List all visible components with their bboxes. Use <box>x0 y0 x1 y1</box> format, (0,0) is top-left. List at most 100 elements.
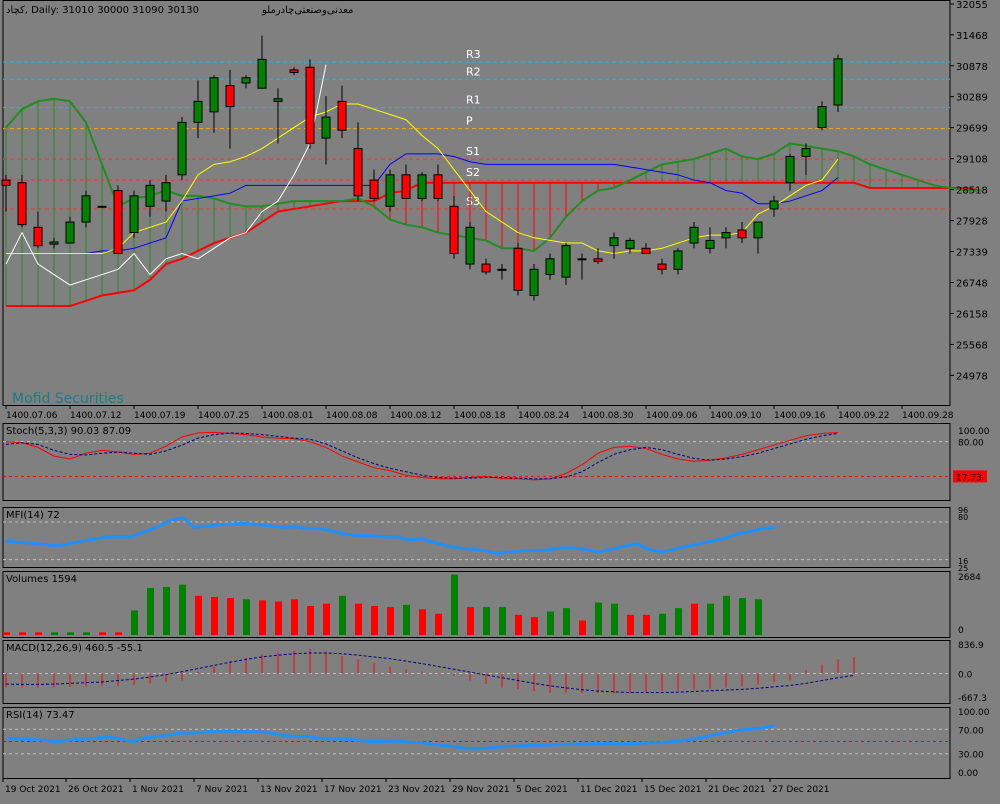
price-axis-label: 26748 <box>956 279 988 290</box>
candle-body[interactable] <box>369 179 379 199</box>
volume-bar <box>355 603 362 635</box>
candle-body[interactable] <box>1 179 11 186</box>
volume-axis-label: 2684 <box>958 573 981 583</box>
candle-body[interactable] <box>497 268 507 271</box>
candle-body[interactable] <box>209 77 219 113</box>
price-axis-label: 29108 <box>956 155 988 166</box>
candle-body[interactable] <box>433 174 443 199</box>
candle-body[interactable] <box>689 226 699 244</box>
volume-bar <box>659 613 666 635</box>
candle-body[interactable] <box>129 195 139 234</box>
candle-body[interactable] <box>353 148 363 197</box>
candle-body[interactable] <box>273 98 283 102</box>
volume-bar <box>707 603 714 635</box>
pivot-label-r3: R3 <box>466 48 481 61</box>
rsi-axis-label: 30.00 <box>958 751 984 761</box>
candle-body[interactable] <box>289 69 299 73</box>
candle-body[interactable] <box>161 182 171 202</box>
candle-body[interactable] <box>417 174 427 199</box>
candle-body[interactable] <box>737 229 747 239</box>
candle-body[interactable] <box>257 58 267 89</box>
date-axis-label: 1400.08.18 <box>454 411 506 421</box>
candle-body[interactable] <box>401 174 411 199</box>
pane-volume[interactable] <box>2 571 951 638</box>
pivot-label-r2: R2 <box>466 65 481 78</box>
candle-body[interactable] <box>465 226 475 265</box>
bottom-date-label: 11 Dec 2021 <box>580 785 638 795</box>
pane-macd[interactable] <box>2 640 951 704</box>
volume-bar <box>435 613 442 635</box>
candle-body[interactable] <box>449 205 459 255</box>
date-axis-label: 1400.09.28 <box>902 411 954 421</box>
candle-body[interactable] <box>577 258 587 261</box>
candle-body[interactable] <box>641 247 651 255</box>
candle-body[interactable] <box>561 245 571 278</box>
candle-body[interactable] <box>193 100 203 123</box>
candle-body[interactable] <box>81 195 91 223</box>
candle-body[interactable] <box>321 116 331 139</box>
candle-body[interactable] <box>545 258 555 276</box>
candle-body[interactable] <box>65 221 75 244</box>
bottom-date-label: 1 Nov 2021 <box>132 785 184 795</box>
candle-body[interactable] <box>721 232 731 239</box>
candle-body[interactable] <box>33 226 43 247</box>
candle-body[interactable] <box>593 258 603 262</box>
volume-bar <box>371 605 378 635</box>
volume-bar <box>643 614 650 635</box>
price-axis-label: 30289 <box>956 93 988 104</box>
date-axis-label: 1400.09.22 <box>838 411 890 421</box>
candle-body[interactable] <box>241 77 251 84</box>
volume-bar <box>307 605 314 635</box>
date-axis-label: 1400.08.01 <box>262 411 314 421</box>
trading-chart-window[interactable]: R3 R2 R1 P S1 S2 S3 32055 31468 30878 30289 29699 29… <box>0 0 1000 800</box>
candle-body[interactable] <box>833 58 843 106</box>
candle-body[interactable] <box>385 174 395 207</box>
volume-bar <box>403 604 410 635</box>
candle-body[interactable] <box>49 241 59 245</box>
candle-body[interactable] <box>609 237 619 247</box>
candle-body[interactable] <box>625 239 635 249</box>
candle-body[interactable] <box>657 263 667 270</box>
volume-bar <box>739 598 746 635</box>
rsi-title: RSI(14) 73.47 <box>6 710 75 721</box>
candle-body[interactable] <box>177 121 187 176</box>
pane-rsi[interactable] <box>2 707 951 779</box>
mfi-axis-label: 25 <box>958 564 968 573</box>
stoch-axis-label: 100.00 <box>958 427 990 437</box>
candle-body[interactable] <box>225 85 235 108</box>
candle-body[interactable] <box>337 100 347 131</box>
candle-body[interactable] <box>817 106 827 129</box>
volume-bar <box>563 608 570 635</box>
volume-bar <box>387 607 394 635</box>
candle-body[interactable] <box>673 250 683 270</box>
candle-body[interactable] <box>785 155 795 184</box>
candle-body[interactable] <box>113 190 123 255</box>
volume-bar <box>531 617 538 635</box>
candle-body[interactable] <box>97 205 107 208</box>
candle-body[interactable] <box>705 239 715 249</box>
candle-body[interactable] <box>513 247 523 291</box>
pane-mfi[interactable] <box>2 507 951 568</box>
bottom-date-label: 13 Nov 2021 <box>260 785 318 795</box>
candle-body[interactable] <box>305 66 315 144</box>
macd-axis-label: 836.9 <box>958 641 984 651</box>
date-axis-label: 1400.07.25 <box>198 411 250 421</box>
bottom-date-label: 26 Oct 2021 <box>68 785 124 795</box>
candle-body[interactable] <box>145 184 155 207</box>
date-axis-label: 1400.09.16 <box>774 411 826 421</box>
candle-body[interactable] <box>17 182 27 226</box>
chart-canvas[interactable]: R3R2R1PS1S2S3320553146830878302892969929… <box>0 0 1000 800</box>
pivot-label-s2: S2 <box>466 166 480 179</box>
candle-body[interactable] <box>801 148 811 157</box>
volume-bar <box>147 588 154 635</box>
date-axis-label: 1400.08.30 <box>582 411 634 421</box>
candle-body[interactable] <box>481 263 491 273</box>
date-axis-label: 1400.08.08 <box>326 411 378 421</box>
mfi-title: MFI(14) 72 <box>6 510 60 521</box>
volume-bar <box>99 632 106 635</box>
macd-title: MACD(12,26,9) 460.5 -55.1 <box>6 643 143 654</box>
candle-body[interactable] <box>769 200 779 210</box>
candle-body[interactable] <box>753 221 763 239</box>
price-axis-label: 31468 <box>956 31 988 42</box>
candle-body[interactable] <box>529 268 539 297</box>
